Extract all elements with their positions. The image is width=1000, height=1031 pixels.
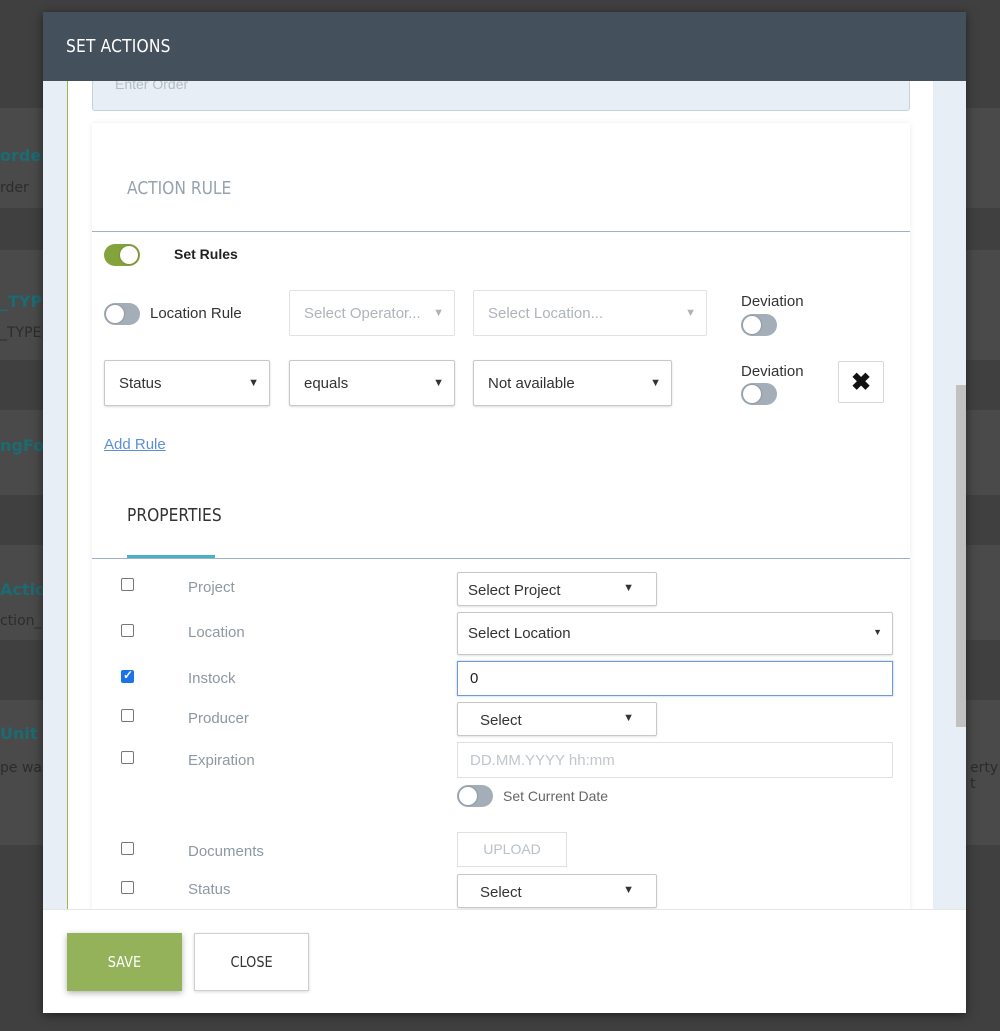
background-text: _TYP xyxy=(0,292,43,311)
status-checkbox[interactable] xyxy=(121,881,134,894)
set-current-date-toggle[interactable] xyxy=(457,785,493,807)
select-value: Select xyxy=(480,712,522,729)
modal-footer: SAVE CLOSE xyxy=(43,909,966,1013)
caret-down-icon: ▼ xyxy=(433,377,444,389)
modal-header: SET ACTIONS xyxy=(43,12,966,81)
caret-down-icon: ▼ xyxy=(433,307,444,319)
documents-label: Documents xyxy=(188,843,264,860)
save-button[interactable]: SAVE xyxy=(67,933,182,991)
caret-down-icon: ▼ xyxy=(685,307,696,319)
caret-down-icon: ▼ xyxy=(623,712,634,724)
select-value: Select xyxy=(480,884,522,901)
instock-checkbox[interactable] xyxy=(121,668,134,683)
action-rule-title: ACTION RULE xyxy=(127,178,232,199)
producer-label: Producer xyxy=(188,710,249,727)
background-text: ction_ xyxy=(0,613,42,629)
location-deviation-toggle[interactable] xyxy=(741,314,777,336)
toggle-knob xyxy=(106,305,124,323)
location-checkbox[interactable] xyxy=(121,624,134,637)
background-text: pe was xyxy=(0,760,50,776)
background-text: rder xyxy=(0,180,29,196)
select-value: equals xyxy=(304,375,349,392)
project-checkbox[interactable] xyxy=(121,578,134,591)
select-value: Select Operator... xyxy=(304,305,421,322)
expiration-label: Expiration xyxy=(188,752,255,769)
documents-checkbox[interactable] xyxy=(121,842,134,855)
status-label: Status xyxy=(188,881,231,898)
modal-title: SET ACTIONS xyxy=(66,36,171,57)
expiration-input[interactable] xyxy=(457,742,893,778)
properties-title: PROPERTIES xyxy=(127,505,222,526)
location-operator-select[interactable]: Select Operator... ▼ xyxy=(289,290,455,336)
instock-input[interactable] xyxy=(457,661,893,696)
caret-down-icon: ▼ xyxy=(650,377,661,389)
rule-field-select[interactable]: Status ▼ xyxy=(104,360,270,406)
modal-body: Enter Order ACTION RULE Set Rules Locati… xyxy=(43,81,966,909)
toggle-knob xyxy=(120,246,138,264)
location-rule-label: Location Rule xyxy=(150,305,242,322)
add-rule-link[interactable]: Add Rule xyxy=(104,436,166,453)
set-current-date-label: Set Current Date xyxy=(503,788,609,804)
caret-down-icon: ▼ xyxy=(873,627,882,637)
save-label: SAVE xyxy=(107,953,142,971)
set-rules-toggle[interactable] xyxy=(104,244,140,266)
background-text: order xyxy=(0,146,50,165)
set-rules-label: Set Rules xyxy=(174,246,238,262)
project-select[interactable]: Select Project ▼ xyxy=(457,572,657,606)
rule-value-select[interactable]: Not available ▼ xyxy=(473,360,672,406)
status-select[interactable]: Select ▼ xyxy=(457,874,657,908)
deviation-label: Deviation xyxy=(741,363,804,380)
rule-deviation-toggle[interactable] xyxy=(741,383,777,405)
rule-operator-select[interactable]: equals ▼ xyxy=(289,360,455,406)
toggle-knob xyxy=(459,787,477,805)
properties-divider xyxy=(92,558,910,559)
upload-button[interactable]: UPLOAD xyxy=(457,832,567,867)
order-placeholder: Enter Order xyxy=(115,81,189,92)
caret-down-icon: ▼ xyxy=(623,582,634,594)
location-label: Location xyxy=(188,624,245,641)
select-value: Status xyxy=(119,375,162,392)
set-actions-modal: SET ACTIONS Enter Order ACTION RULE Set … xyxy=(43,12,966,1013)
toggle-knob xyxy=(743,385,761,403)
modal-scrollbar[interactable] xyxy=(956,385,966,727)
background-text: _TYPE xyxy=(0,325,42,341)
producer-checkbox[interactable] xyxy=(121,709,134,722)
select-value: Select Location xyxy=(468,625,571,642)
producer-select[interactable]: Select ▼ xyxy=(457,702,657,736)
background-text: Unit xyxy=(0,724,38,743)
remove-rule-button[interactable]: ✖ xyxy=(838,361,884,403)
toggle-knob xyxy=(743,316,761,334)
select-value: Not available xyxy=(488,375,575,392)
close-icon: ✖ xyxy=(851,369,872,396)
caret-down-icon: ▼ xyxy=(248,377,259,389)
expiration-checkbox[interactable] xyxy=(121,751,134,764)
deviation-label: Deviation xyxy=(741,293,804,310)
order-input[interactable]: Enter Order xyxy=(92,81,910,111)
close-label: CLOSE xyxy=(230,953,273,971)
select-value: Select Location... xyxy=(488,305,604,322)
action-rule-card: ACTION RULE Set Rules Location Rule Sele… xyxy=(92,123,910,909)
background-text: erty t xyxy=(970,760,999,792)
property-location-select[interactable]: Select Location ▼ xyxy=(457,612,893,655)
close-button[interactable]: CLOSE xyxy=(194,933,309,991)
location-select[interactable]: Select Location... ▼ xyxy=(473,290,707,336)
caret-down-icon: ▼ xyxy=(623,884,634,896)
location-rule-toggle[interactable] xyxy=(104,303,140,325)
select-value: Select Project xyxy=(468,582,561,599)
project-label: Project xyxy=(188,579,235,596)
action-rule-divider xyxy=(92,231,910,232)
instock-label: Instock xyxy=(188,670,236,687)
